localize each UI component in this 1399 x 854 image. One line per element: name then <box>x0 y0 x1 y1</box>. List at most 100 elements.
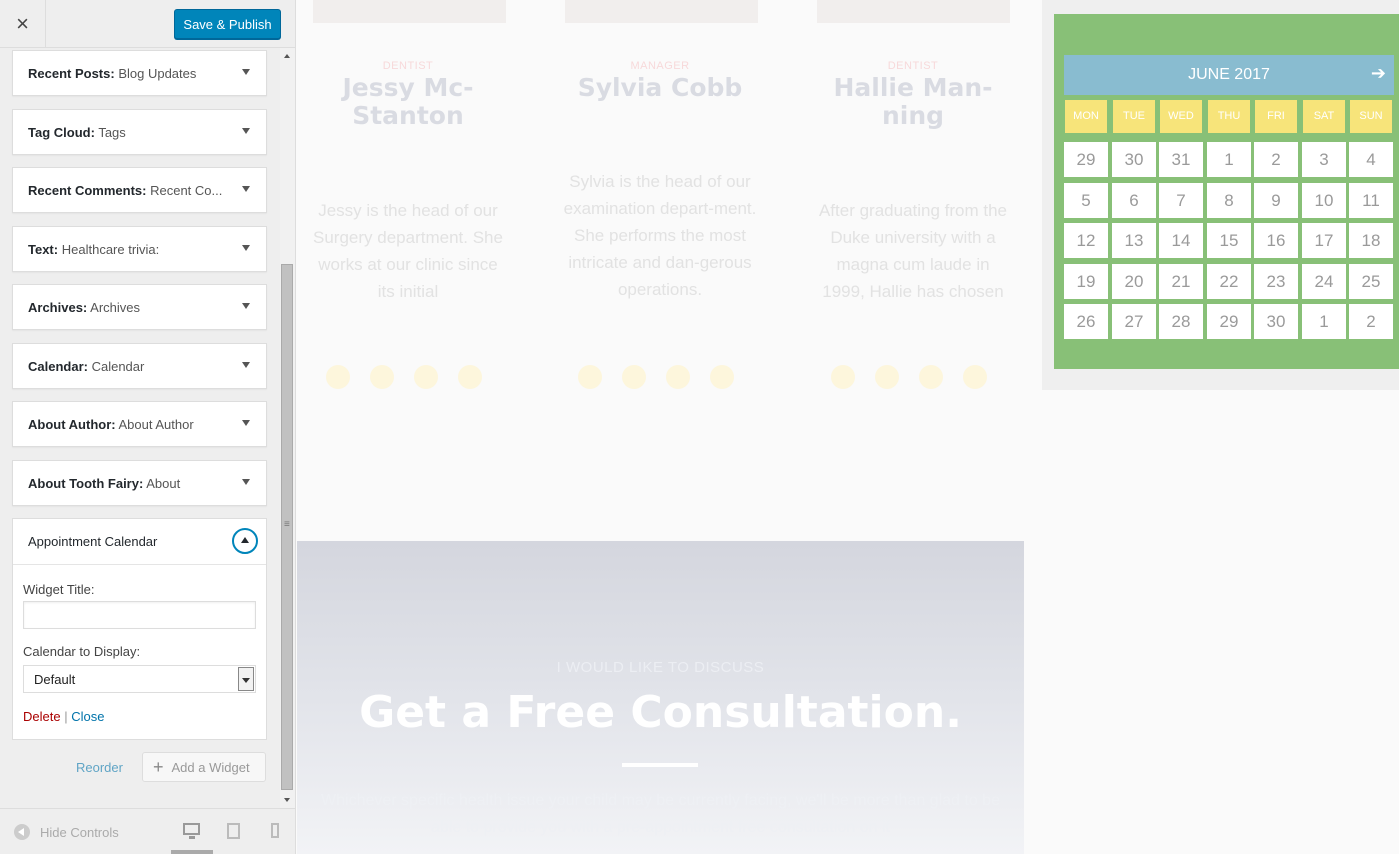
delete-widget-link[interactable]: Delete <box>23 709 61 724</box>
widget-about-tooth-fairy[interactable]: About Tooth Fairy: About <box>12 460 267 506</box>
calendar-day[interactable]: 17 <box>1302 223 1346 258</box>
calendar-day[interactable]: 25 <box>1349 263 1393 299</box>
widget-title: Tags <box>98 125 126 140</box>
google-plus-icon[interactable] <box>666 365 690 389</box>
calendar-day[interactable]: 2 <box>1349 304 1393 339</box>
calendar-display-label: Calendar to Display: <box>23 644 141 659</box>
close-widget-link[interactable]: Close <box>71 709 104 724</box>
desktop-icon[interactable] <box>183 823 200 839</box>
calendar-day[interactable]: 5 <box>1064 182 1108 218</box>
instagram-icon[interactable] <box>710 365 734 389</box>
close-customizer-button[interactable]: × <box>0 0 46 48</box>
scroll-down-icon[interactable] <box>284 798 290 802</box>
facebook-icon[interactable] <box>831 365 855 389</box>
widget-text[interactable]: Text: Healthcare trivia: <box>12 226 267 272</box>
calendar-day[interactable]: 22 <box>1207 263 1251 299</box>
twitter-icon[interactable] <box>370 365 394 389</box>
calendar-day[interactable]: 18 <box>1349 223 1393 258</box>
calendar-day[interactable]: 28 <box>1159 304 1203 339</box>
calendar-day[interactable]: 23 <box>1254 263 1298 299</box>
calendar-day[interactable]: 2 <box>1254 142 1298 177</box>
expand-caret-icon[interactable] <box>242 303 250 309</box>
calendar-day[interactable]: 9 <box>1254 182 1298 218</box>
widget-about-author[interactable]: About Author: About Author <box>12 401 267 447</box>
expand-caret-icon[interactable] <box>242 245 250 251</box>
widget-type: Tag Cloud: <box>28 125 95 140</box>
calendar-day[interactable]: 26 <box>1064 304 1108 339</box>
expand-caret-icon[interactable] <box>242 420 250 426</box>
widget-calendar[interactable]: Calendar: Calendar <box>12 343 267 389</box>
calendar-display-select[interactable]: Default <box>23 665 256 693</box>
widget-type: About Author: <box>28 417 116 432</box>
calendar-day[interactable]: 29 <box>1207 304 1251 339</box>
arrow-right-icon[interactable]: ➔ <box>1371 63 1386 84</box>
mobile-icon[interactable] <box>271 823 279 838</box>
member-bio: Jessy is the head of our Surgery departm… <box>313 201 503 301</box>
add-widget-label: Add a Widget <box>171 759 250 775</box>
save-publish-button[interactable]: Save & Publish <box>174 9 281 39</box>
member-name[interactable]: Sylvia Cobb <box>550 74 770 102</box>
dropdown-arrow-icon[interactable] <box>238 667 254 691</box>
expand-caret-icon[interactable] <box>242 186 250 192</box>
calendar-day[interactable]: 6 <box>1112 182 1156 218</box>
widget-archives[interactable]: Archives: Archives <box>12 284 267 330</box>
weekday-header: MON <box>1065 100 1107 133</box>
calendar-day[interactable]: 3 <box>1302 142 1346 177</box>
member-name[interactable]: Hallie Man-ning <box>828 74 998 130</box>
facebook-icon[interactable] <box>326 365 350 389</box>
calendar-day[interactable]: 1 <box>1207 142 1251 177</box>
calendar-day[interactable]: 8 <box>1207 182 1251 218</box>
sidebar-scrollbar[interactable]: ≡ <box>280 48 295 808</box>
google-plus-icon[interactable] <box>414 365 438 389</box>
scroll-thumb[interactable]: ≡ <box>281 264 293 790</box>
calendar-day[interactable]: 10 <box>1302 182 1346 218</box>
instagram-icon[interactable] <box>458 365 482 389</box>
calendar-day[interactable]: 31 <box>1159 142 1203 177</box>
calendar-day[interactable]: 30 <box>1254 304 1298 339</box>
tablet-icon[interactable] <box>227 823 240 839</box>
calendar-day[interactable]: 11 <box>1349 182 1393 218</box>
select-value: Default <box>34 672 76 687</box>
add-widget-button[interactable]: + Add a Widget <box>142 752 266 782</box>
widget-recent-comments[interactable]: Recent Comments: Recent Co... <box>12 167 267 213</box>
widget-tag-cloud[interactable]: Tag Cloud: Tags <box>12 109 267 155</box>
calendar-day[interactable]: 4 <box>1349 142 1393 177</box>
facebook-icon[interactable] <box>578 365 602 389</box>
expand-caret-icon[interactable] <box>242 69 250 75</box>
expand-caret-icon[interactable] <box>242 128 250 134</box>
twitter-icon[interactable] <box>622 365 646 389</box>
active-device-indicator <box>171 850 213 854</box>
calendar-day[interactable]: 27 <box>1112 304 1156 339</box>
calendar-day[interactable]: 29 <box>1064 142 1108 177</box>
widget-title-input[interactable] <box>23 601 256 629</box>
calendar-day[interactable]: 19 <box>1064 263 1108 299</box>
expand-caret-icon[interactable] <box>242 479 250 485</box>
member-name[interactable]: Jessy Mc-Stanton <box>328 74 488 130</box>
widget-title: About Author <box>118 417 194 432</box>
calendar-day[interactable]: 7 <box>1159 182 1203 218</box>
hide-controls-button[interactable]: Hide Controls <box>14 824 119 840</box>
calendar-day[interactable]: 15 <box>1207 223 1251 258</box>
customizer-header: × Save & Publish <box>0 0 295 48</box>
twitter-icon[interactable] <box>875 365 899 389</box>
calendar-day[interactable]: 21 <box>1159 263 1203 299</box>
scroll-up-icon[interactable] <box>284 54 290 58</box>
google-plus-icon[interactable] <box>919 365 943 389</box>
calendar-day[interactable]: 20 <box>1112 263 1156 299</box>
expand-caret-icon[interactable] <box>242 362 250 368</box>
weekday-header: SUN <box>1350 100 1392 133</box>
reorder-link[interactable]: Reorder <box>76 760 123 775</box>
calendar-day[interactable]: 16 <box>1254 223 1298 258</box>
instagram-icon[interactable] <box>963 365 987 389</box>
team-member-card: DENTIST Hallie Man-ning <box>803 60 1023 130</box>
widget-recent-posts[interactable]: Recent Posts: Blog Updates <box>12 50 267 96</box>
collapse-widget-button[interactable] <box>232 528 258 554</box>
widget-title: Blog Updates <box>118 66 197 81</box>
calendar-day[interactable]: 30 <box>1112 142 1156 177</box>
calendar-day[interactable]: 1 <box>1302 304 1346 339</box>
calendar-day[interactable]: 14 <box>1159 223 1203 258</box>
calendar-day[interactable]: 13 <box>1112 223 1156 258</box>
widget-header[interactable]: Appointment Calendar <box>13 519 266 565</box>
calendar-day[interactable]: 12 <box>1064 223 1108 258</box>
calendar-day[interactable]: 24 <box>1302 263 1346 299</box>
